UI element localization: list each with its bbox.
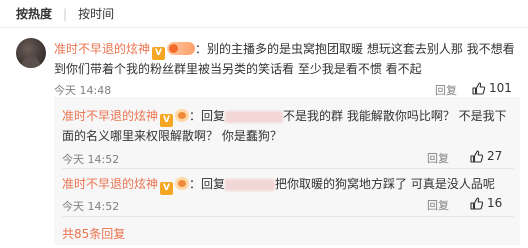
reply-prefix: ：回复: [189, 109, 226, 123]
reply-reply-label: 回复: [427, 199, 449, 212]
comment-username[interactable]: 准时不早退的炫神: [54, 42, 150, 56]
reply-time: 今天 14:52: [62, 153, 120, 166]
reply-like-button[interactable]: 27: [470, 149, 502, 163]
reply-reply-label: 回复: [427, 152, 449, 165]
comment-reply-button[interactable]: 回复: [435, 82, 457, 98]
reply-time: 今天 14:52: [62, 200, 120, 213]
sort-bar: 按热度 | 按时间: [0, 0, 528, 28]
comment-like-button[interactable]: 101: [472, 81, 512, 95]
verified-badge-icon: V: [160, 114, 174, 127]
reply-like-button[interactable]: 16: [470, 196, 502, 210]
thumbs-up-icon: [472, 81, 485, 95]
reply-prefix: ：回复: [189, 177, 226, 191]
reply-reply-button[interactable]: 回复: [427, 150, 449, 166]
reply-like-count: 16: [487, 196, 503, 210]
comment-time: 今天 14:48: [54, 84, 112, 97]
redacted-username: [225, 178, 276, 191]
reply-item: 准时不早退的炫神 V ：回复 不是我的群 我能解散你吗比啊？ 不是我下面的名义哪里来权…: [62, 107, 514, 145]
thumbs-up-icon: [470, 149, 483, 163]
comment-reply-label: 回复: [435, 84, 457, 97]
comment-text: 准时不早退的炫神 V ：别的主播多的是虫窝抱团取暖 想玩这套去别人那 我不想看到你们…: [54, 40, 522, 78]
redacted-username: [225, 110, 284, 123]
reply-body: 把你取暖的狗窝地方踩了 可真是没人品呢: [275, 177, 495, 191]
reply-divider: [62, 216, 514, 217]
sort-separator: |: [63, 6, 68, 21]
reply-divider: [62, 168, 514, 169]
comment-like-count: 101: [489, 81, 512, 95]
sort-by-time[interactable]: 按时间: [78, 5, 114, 22]
sort-by-heat[interactable]: 按热度: [16, 5, 52, 22]
reply-like-count: 27: [487, 149, 503, 163]
thumbs-up-icon: [470, 196, 483, 210]
reply-item: 准时不早退的炫神 V ：回复 把你取暖的狗窝地方踩了 可真是没人品呢: [62, 175, 514, 195]
verified-badge-icon: V: [152, 47, 166, 60]
reply-list: 准时不早退的炫神 V ：回复 不是我的群 我能解散你吗比啊？ 不是我下面的名义哪里来权…: [54, 97, 520, 245]
reply-username[interactable]: 准时不早退的炫神: [62, 177, 158, 191]
reply-reply-button[interactable]: 回复: [427, 197, 449, 213]
fan-level-icon: [175, 109, 190, 122]
fan-level-icon: [175, 177, 190, 190]
more-replies-link[interactable]: 共85条回复: [62, 225, 125, 242]
avatar[interactable]: [16, 38, 46, 68]
reply-username[interactable]: 准时不早退的炫神: [62, 109, 158, 123]
fan-level-icon: [167, 42, 196, 55]
verified-badge-icon: V: [160, 182, 174, 195]
